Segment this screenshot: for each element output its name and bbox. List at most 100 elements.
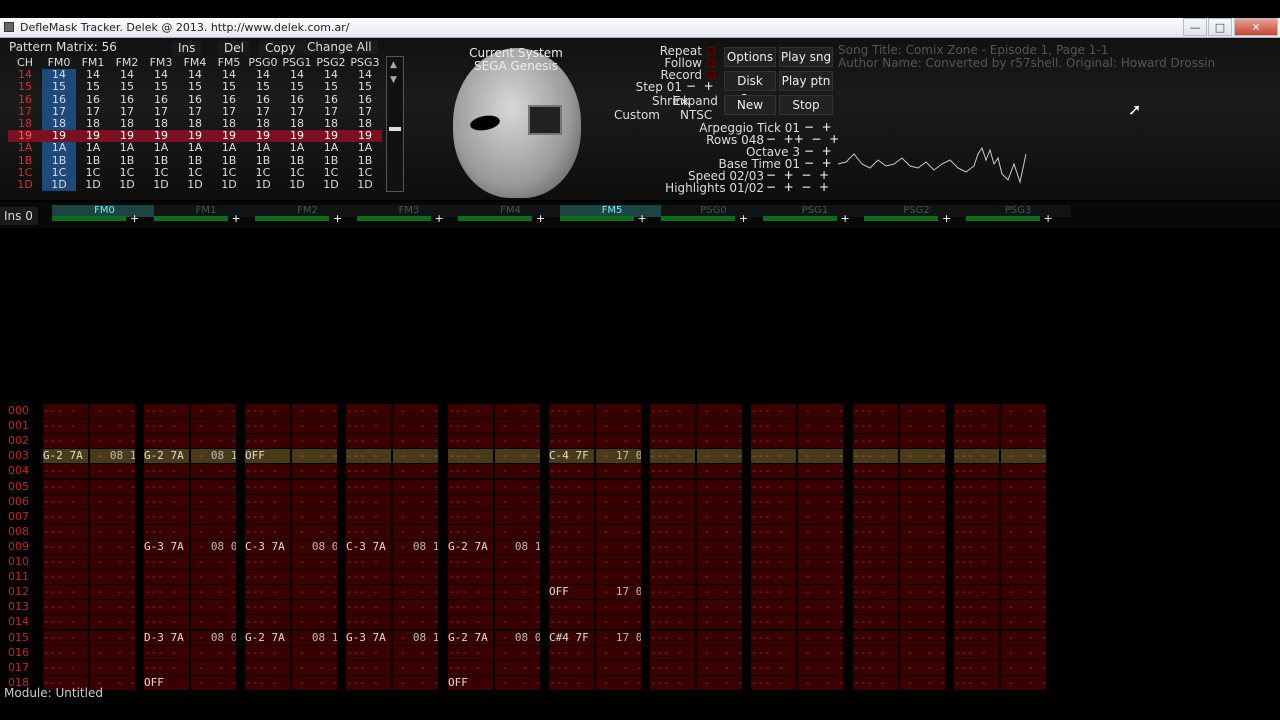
pattern-effect-cell[interactable]: - - - [191, 464, 236, 479]
pattern-note-cell[interactable]: --- - - [853, 404, 898, 418]
pattern-note-cell[interactable]: --- - - [549, 419, 594, 434]
pattern-effect-cell[interactable]: - - - [495, 615, 540, 630]
matrix-cell[interactable]: 16 [178, 93, 212, 106]
add-effect-column-button[interactable]: + [130, 212, 139, 225]
record-toggle[interactable] [707, 71, 715, 79]
pattern-effect-cell[interactable]: - - - [697, 570, 742, 585]
matrix-cell[interactable]: 16 [42, 93, 76, 106]
pattern-effect-cell[interactable]: - - - [292, 660, 337, 675]
pattern-effect-cell[interactable]: - - - [90, 615, 135, 630]
pattern-note-cell[interactable]: --- - - [650, 524, 695, 539]
pattern-effect-cell[interactable]: - - - [596, 675, 641, 690]
pattern-note-cell[interactable]: --- - - [245, 615, 290, 630]
pattern-effect-cell[interactable]: - - - [798, 600, 843, 615]
matrix-cell[interactable]: 1D [314, 178, 348, 191]
pattern-note-cell[interactable]: C-3 7A [245, 539, 290, 554]
pattern-note-cell[interactable]: --- - - [751, 675, 796, 690]
pattern-effect-cell[interactable]: - - - [1001, 675, 1046, 690]
pattern-effect-cell[interactable]: - - - [697, 645, 742, 660]
pattern-note-cell[interactable]: --- - - [448, 434, 493, 449]
pattern-effect-cell[interactable]: - - - [292, 675, 337, 690]
stop-button[interactable]: Stop [779, 95, 833, 115]
pattern-note-cell[interactable]: --- - - [650, 419, 695, 434]
pattern-effect-cell[interactable]: - - - [292, 479, 337, 494]
pattern-note-cell[interactable]: --- - - [346, 555, 391, 569]
pattern-effect-cell[interactable]: - - - [596, 524, 641, 539]
pattern-note-cell[interactable]: OFF [549, 585, 594, 600]
pattern-effect-cell[interactable]: - - - [90, 555, 135, 569]
pattern-effect-cell[interactable]: - - - [90, 404, 135, 418]
pattern-effect-cell[interactable]: - - - [90, 494, 135, 509]
pattern-note-cell[interactable]: --- - - [448, 660, 493, 675]
pattern-note-cell[interactable]: --- - - [954, 645, 999, 660]
pattern-note-cell[interactable]: --- - - [549, 509, 594, 524]
pattern-effect-cell[interactable]: - - - [292, 600, 337, 615]
pattern-note-cell[interactable]: --- - - [650, 494, 695, 509]
pattern-note-cell[interactable]: --- - - [144, 600, 189, 615]
pattern-note-cell[interactable]: --- - - [853, 494, 898, 509]
matrix-row[interactable]: 1D 1D 1D 1D 1D 1D 1D 1D 1D 1D 1D [8, 178, 382, 192]
pattern-effect-cell[interactable]: - - - [495, 449, 540, 464]
pattern-note-cell[interactable]: --- - - [346, 585, 391, 600]
pattern-effect-cell[interactable]: - - - [596, 464, 641, 479]
pattern-note-cell[interactable]: --- - - [954, 675, 999, 690]
pattern-note-cell[interactable]: --- - - [549, 524, 594, 539]
pattern-note-cell[interactable]: --- - - [751, 449, 796, 464]
pattern-note-cell[interactable]: --- - - [853, 449, 898, 464]
pattern-note-cell[interactable]: --- - - [751, 479, 796, 494]
pattern-effect-cell[interactable]: - - - [596, 660, 641, 675]
pattern-note-cell[interactable]: --- - - [43, 539, 88, 554]
pattern-effect-cell[interactable]: - - - [1001, 630, 1046, 645]
pattern-effect-cell[interactable]: - - - [1001, 660, 1046, 675]
pattern-note-cell[interactable]: --- - - [43, 585, 88, 600]
pattern-note-cell[interactable]: OFF [245, 449, 290, 464]
pattern-note-cell[interactable]: --- - - [650, 645, 695, 660]
pattern-effect-cell[interactable]: - - - [697, 479, 742, 494]
pattern-note-cell[interactable]: --- - - [954, 404, 999, 418]
matrix-cell[interactable]: 1D [110, 178, 144, 191]
pattern-note-cell[interactable]: --- - - [448, 645, 493, 660]
pattern-note-cell[interactable]: --- - - [144, 404, 189, 418]
pattern-effect-cell[interactable]: - 08 11 [495, 539, 540, 554]
pattern-effect-cell[interactable]: - - - [393, 615, 438, 630]
pattern-note-cell[interactable]: --- - - [245, 479, 290, 494]
pattern-note-cell[interactable]: --- - - [144, 555, 189, 569]
pattern-effect-cell[interactable]: - - - [292, 509, 337, 524]
pattern-effect-cell[interactable]: - - - [697, 449, 742, 464]
pattern-effect-cell[interactable]: - 08 01 [191, 630, 236, 645]
pattern-effect-cell[interactable]: - - - [393, 434, 438, 449]
pattern-note-cell[interactable]: --- - - [245, 555, 290, 569]
add-effect-column-button[interactable]: + [638, 212, 647, 225]
pattern-note-cell[interactable]: --- - - [549, 600, 594, 615]
pattern-note-cell[interactable]: --- - - [43, 555, 88, 569]
matrix-cell[interactable]: 1D [144, 178, 178, 191]
pattern-note-cell[interactable]: --- - - [144, 585, 189, 600]
matrix-cell[interactable]: 1B [76, 154, 110, 167]
maximize-button[interactable]: □ [1208, 18, 1232, 36]
pattern-note-cell[interactable]: --- - - [549, 615, 594, 630]
pattern-effect-cell[interactable]: - - - [900, 494, 945, 509]
pattern-note-cell[interactable]: OFF [448, 675, 493, 690]
expand-button[interactable]: Expand [673, 94, 718, 108]
pattern-effect-cell[interactable]: - - - [798, 434, 843, 449]
pattern-effect-cell[interactable]: - - - [191, 660, 236, 675]
pattern-effect-cell[interactable]: - - - [191, 419, 236, 434]
pattern-note-cell[interactable]: --- - - [144, 615, 189, 630]
pattern-note-cell[interactable]: --- - - [43, 630, 88, 645]
pattern-note-cell[interactable]: G-2 7A [245, 630, 290, 645]
pattern-effect-cell[interactable]: - - - [900, 645, 945, 660]
pattern-note-cell[interactable]: --- - - [650, 630, 695, 645]
pattern-effect-cell[interactable]: - - - [596, 419, 641, 434]
pattern-effect-cell[interactable]: - - - [1001, 419, 1046, 434]
pattern-note-cell[interactable]: --- - - [650, 449, 695, 464]
pattern-effect-cell[interactable]: - - - [1001, 539, 1046, 554]
pattern-effect-cell[interactable]: - - - [1001, 555, 1046, 569]
pattern-note-cell[interactable]: --- - - [751, 539, 796, 554]
pattern-effect-cell[interactable]: - - - [1001, 585, 1046, 600]
pattern-note-cell[interactable]: --- - - [346, 404, 391, 418]
pattern-effect-cell[interactable]: - - - [292, 464, 337, 479]
pattern-effect-cell[interactable]: - - - [90, 509, 135, 524]
pattern-note-cell[interactable]: G-2 7A [448, 630, 493, 645]
pattern-note-cell[interactable]: --- - - [448, 570, 493, 585]
step-stepper[interactable]: − + [686, 79, 714, 93]
